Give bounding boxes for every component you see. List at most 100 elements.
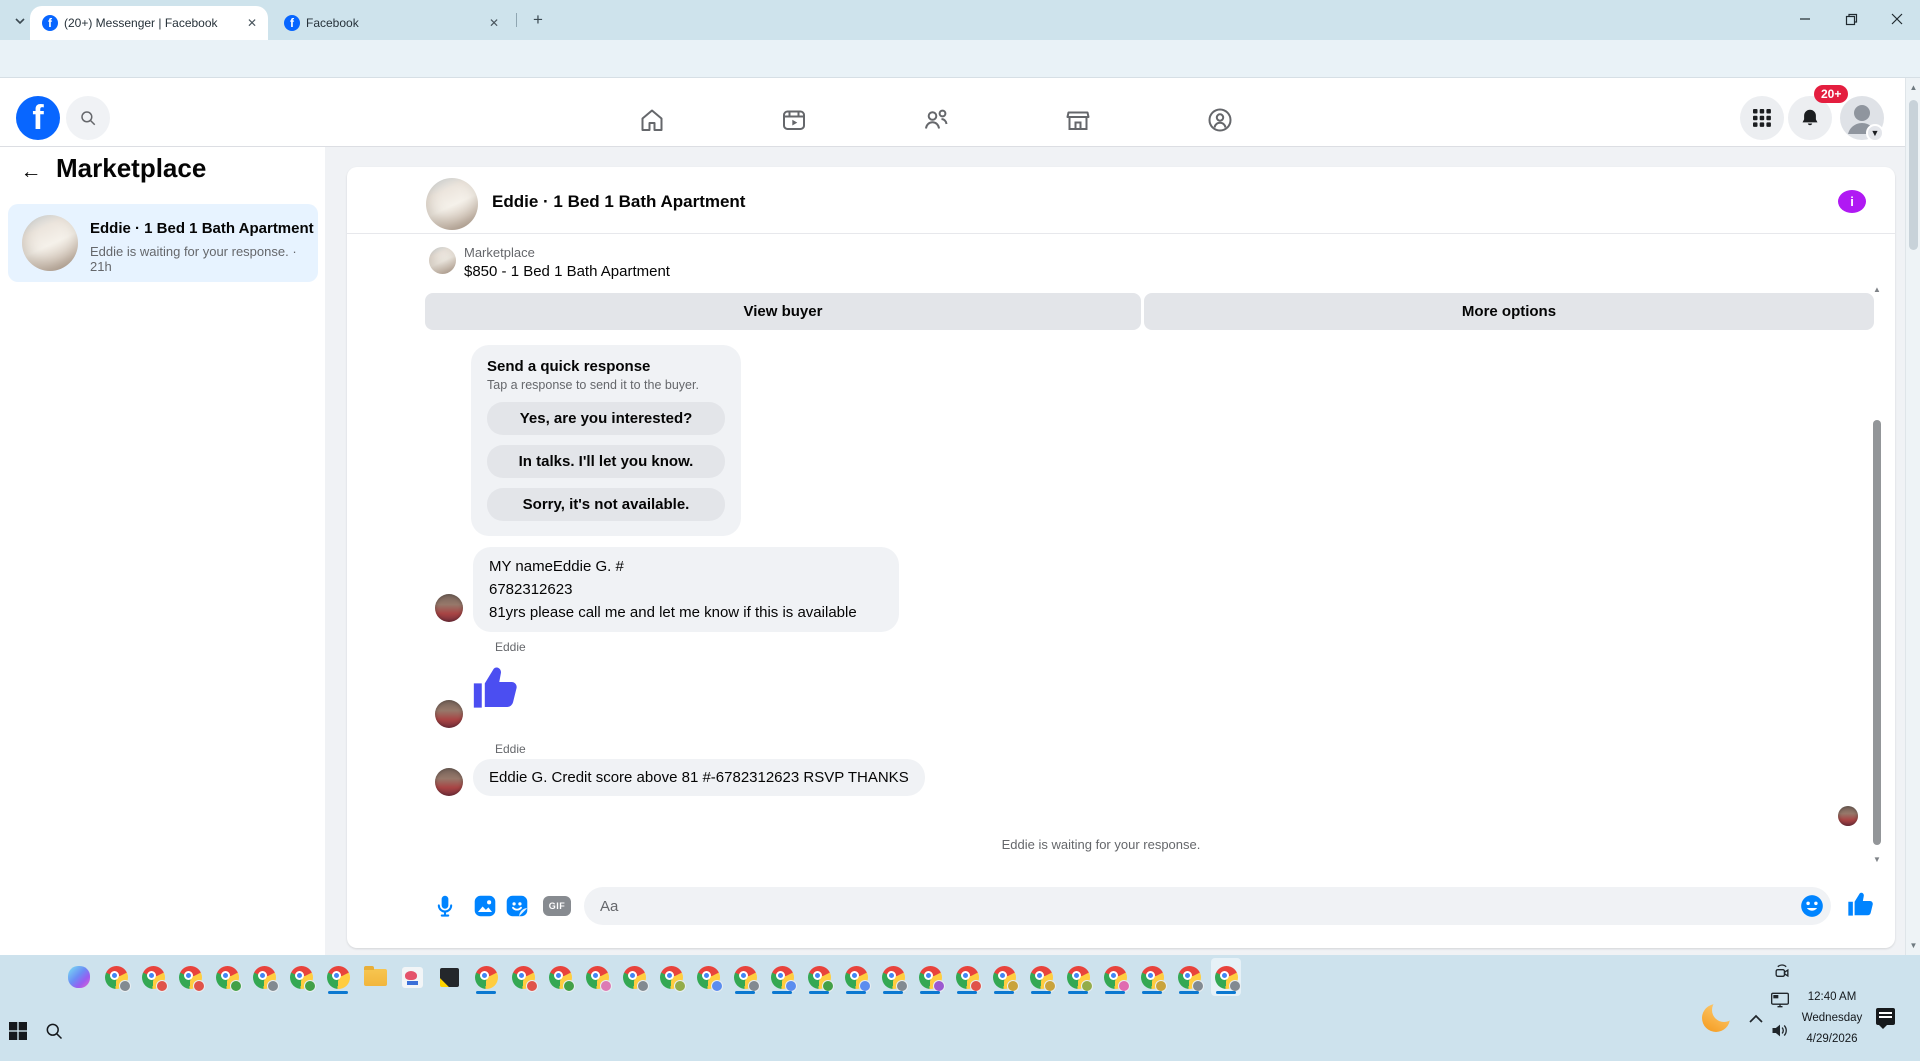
back-arrow-icon[interactable]: ←	[16, 157, 46, 187]
scrollbar-thumb[interactable]	[1909, 100, 1918, 250]
tray-clock[interactable]: 12:40 AM Wednesday 4/29/2026	[1796, 987, 1868, 1050]
new-tab-button[interactable]: +	[526, 8, 550, 32]
taskbar-icon-chrome[interactable]	[1063, 958, 1093, 996]
taskbar-icon-chrome[interactable]	[101, 958, 131, 996]
tab-close-icon[interactable]: ✕	[244, 15, 260, 31]
sticker-icon[interactable]	[504, 893, 530, 919]
listing-thumbnail[interactable]	[429, 247, 456, 274]
message-bubble[interactable]: MY nameEddie G. # 6782312623 81yrs pleas…	[473, 547, 899, 632]
sender-avatar[interactable]	[435, 594, 463, 622]
message-input[interactable]	[584, 887, 1831, 925]
start-button[interactable]	[8, 1021, 28, 1041]
gif-icon[interactable]: GIF	[543, 896, 571, 916]
taskbar-icon-chrome[interactable]	[1174, 958, 1204, 996]
taskbar-icon-chrome[interactable]	[1137, 958, 1167, 996]
facebook-logo[interactable]: f	[16, 96, 60, 140]
taskbar-icon-chrome[interactable]	[545, 958, 575, 996]
tab-search-chevron-icon[interactable]	[8, 9, 32, 33]
nav-marketplace[interactable]	[1050, 100, 1106, 140]
taskbar-icon-chrome[interactable]	[878, 958, 908, 996]
conversation-avatar	[22, 215, 78, 271]
sender-name-label: Eddie	[495, 640, 526, 654]
emoji-icon[interactable]	[1799, 893, 1825, 919]
chat-title[interactable]: Eddie · 1 Bed 1 Bath Apartment	[492, 192, 745, 212]
taskbar-icon-chrome[interactable]	[841, 958, 871, 996]
quick-reply-option[interactable]: Sorry, it's not available.	[487, 488, 725, 521]
chat-scrollbar[interactable]	[1873, 420, 1881, 845]
thumbs-up-sticker[interactable]	[467, 661, 525, 717]
screen-record-tray-icon[interactable]	[1772, 963, 1792, 983]
window-close-button[interactable]	[1874, 0, 1920, 38]
volume-tray-icon[interactable]	[1770, 1022, 1790, 1039]
chat-scroll-down-icon[interactable]: ▼	[1872, 855, 1882, 864]
display-tray-icon[interactable]	[1770, 991, 1790, 1009]
window-restore-button[interactable]	[1828, 0, 1874, 38]
scroll-down-icon[interactable]: ▼	[1906, 941, 1920, 950]
marketplace-icon	[1066, 111, 1090, 130]
taskbar-icon-chrome[interactable]	[767, 958, 797, 996]
quick-reply-option[interactable]: Yes, are you interested?	[487, 402, 725, 435]
attach-photo-icon[interactable]	[472, 893, 498, 919]
account-chevron-icon[interactable]: ▼	[1866, 124, 1884, 142]
message-bubble[interactable]: Eddie G. Credit score above 81 #-6782312…	[473, 759, 925, 796]
tray-expand-chevron-icon[interactable]	[1748, 1013, 1764, 1025]
conversation-info-icon[interactable]: i	[1838, 190, 1866, 213]
taskbar-icon-copilot[interactable]	[64, 958, 94, 996]
taskbar-icon-chrome[interactable]	[619, 958, 649, 996]
page-scrollbar[interactable]: ▲ ▼	[1905, 78, 1920, 955]
night-light-moon-icon[interactable]	[1702, 998, 1736, 1032]
preview-text: Eddie is waiting for your response.	[90, 244, 289, 259]
taskbar-icon-chrome[interactable]	[471, 958, 501, 996]
conversation-list-item[interactable]: Eddie · 1 Bed 1 Bath Apartment Eddie is …	[8, 204, 318, 282]
window-minimize-button[interactable]	[1782, 0, 1828, 38]
taskbar-icon-fax[interactable]	[397, 958, 427, 996]
chat-scroll-up-icon[interactable]: ▲	[1872, 285, 1882, 294]
taskbar-icon-chrome[interactable]	[582, 958, 612, 996]
taskbar-icon-chrome[interactable]	[212, 958, 242, 996]
taskbar-icon-chrome[interactable]	[286, 958, 316, 996]
notification-center-icon[interactable]	[1876, 1008, 1895, 1029]
facebook-favicon-icon: f	[42, 15, 58, 31]
taskbar-icon-chrome[interactable]	[1100, 958, 1130, 996]
taskbar-icon-chrome[interactable]	[693, 958, 723, 996]
tray-date: 4/29/2026	[1806, 1033, 1858, 1045]
taskbar-icon-folder[interactable]	[360, 958, 390, 996]
taskbar-icon-chrome[interactable]	[1211, 958, 1241, 996]
taskbar-icon-chrome[interactable]	[508, 958, 538, 996]
taskbar-icon-chrome[interactable]	[323, 958, 353, 996]
nav-home[interactable]	[624, 100, 680, 140]
nav-video[interactable]	[766, 100, 822, 140]
taskbar-icon-notes[interactable]	[434, 958, 464, 996]
voice-clip-icon[interactable]	[432, 893, 458, 919]
taskbar-icon-chrome[interactable]	[952, 958, 982, 996]
browser-tab-facebook[interactable]: f Facebook ✕	[272, 6, 510, 40]
browser-tab-messenger[interactable]: f (20+) Messenger | Facebook ✕	[30, 6, 268, 40]
sender-avatar[interactable]	[435, 768, 463, 796]
taskbar-icon-chrome[interactable]	[1026, 958, 1056, 996]
scroll-up-icon[interactable]: ▲	[1906, 83, 1920, 92]
taskbar-icon-chrome[interactable]	[730, 958, 760, 996]
view-buyer-button[interactable]: View buyer	[425, 293, 1141, 330]
taskbar-search-icon[interactable]	[44, 1021, 64, 1041]
taskbar-icon-chrome[interactable]	[915, 958, 945, 996]
quick-reply-option[interactable]: In talks. I'll let you know.	[487, 445, 725, 478]
taskbar-icon-chrome[interactable]	[656, 958, 686, 996]
listing-detail[interactable]: $850 - 1 Bed 1 Bath Apartment	[464, 263, 670, 280]
sender-avatar[interactable]	[435, 700, 463, 728]
chat-header-avatar[interactable]	[426, 178, 478, 230]
taskbar-icon-chrome[interactable]	[175, 958, 205, 996]
bell-icon	[1802, 109, 1818, 126]
waiting-status-text: Eddie is waiting for your response.	[1001, 837, 1201, 852]
taskbar-icon-chrome[interactable]	[138, 958, 168, 996]
nav-gaming[interactable]	[1192, 100, 1248, 140]
taskbar-icon-chrome[interactable]	[989, 958, 1019, 996]
search-icon	[81, 111, 96, 126]
taskbar-icon-chrome[interactable]	[804, 958, 834, 996]
nav-friends[interactable]	[908, 100, 964, 140]
taskbar-icon-chrome[interactable]	[249, 958, 279, 996]
apps-menu-button[interactable]	[1740, 96, 1784, 140]
more-options-button[interactable]: More options	[1144, 293, 1874, 330]
send-like-icon[interactable]	[1845, 889, 1877, 921]
search-button[interactable]	[66, 96, 110, 140]
tab-close-icon[interactable]: ✕	[486, 15, 502, 31]
